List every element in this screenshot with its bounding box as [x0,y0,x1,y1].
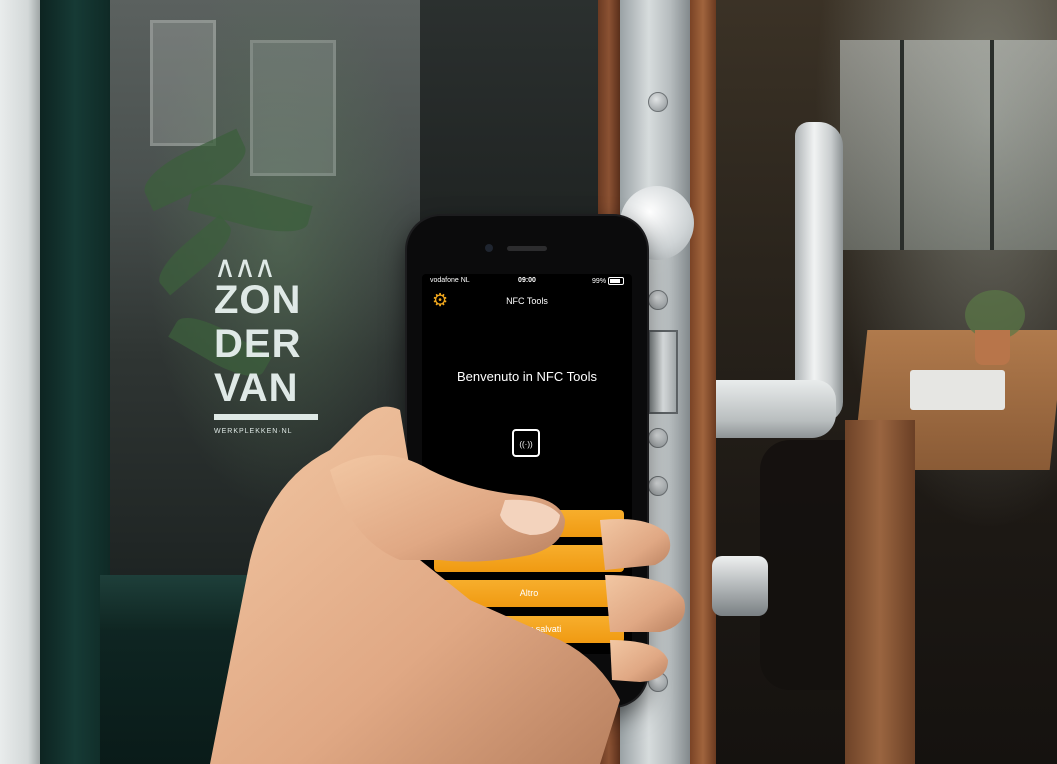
finger [610,640,668,682]
hand [210,406,685,764]
finger [605,575,685,632]
photo-scene: ∧∧∧ ZON DER VAN WERKPLEKKEN·NL vodafone … [0,0,1057,764]
palm [210,406,620,764]
finger [600,519,671,570]
